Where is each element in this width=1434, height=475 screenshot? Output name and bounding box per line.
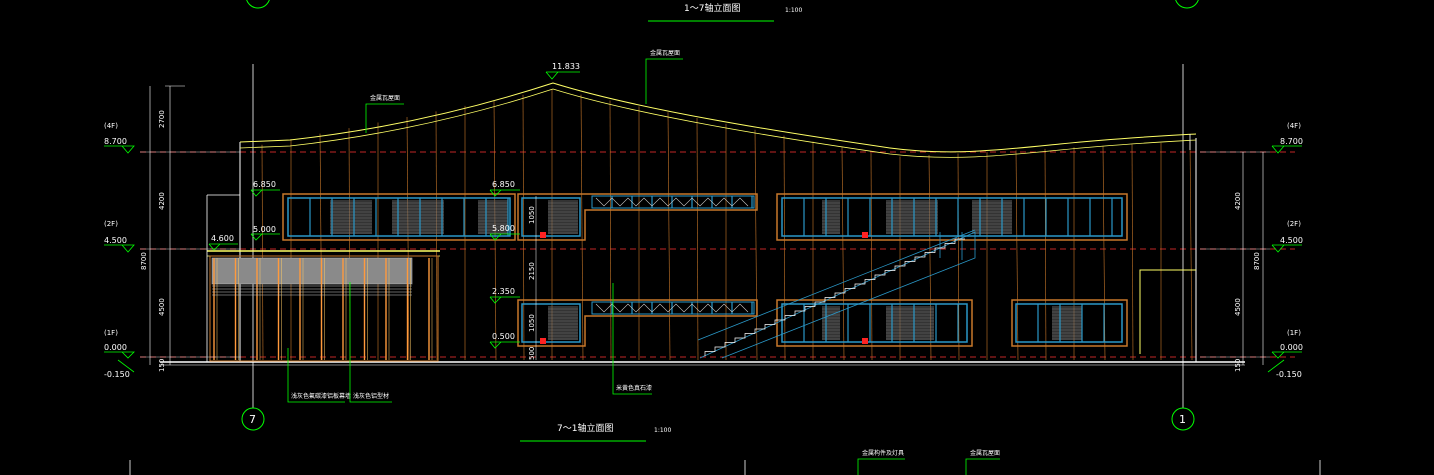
left-level-tag-l3: (4F)	[104, 122, 118, 130]
left-level-value-l1: 0.000	[104, 343, 127, 352]
left-dim-4500: 4500	[158, 298, 166, 316]
level-0500: 0.500	[492, 332, 515, 341]
inner-dim-1050-upper: 1050	[528, 206, 536, 224]
main-title: 7～1轴立面图	[557, 422, 613, 434]
left-dim-4200: 4200	[158, 192, 166, 210]
right-level-value-l3: 8.700	[1280, 137, 1303, 146]
right-dim-150: 150	[1234, 359, 1242, 372]
axis-label-right: 1	[1179, 413, 1186, 426]
right-dim-8700: 8700	[1253, 252, 1261, 270]
level-5800: 5.800	[492, 224, 515, 233]
right-level-value-l2: 4.500	[1280, 236, 1303, 245]
axis-label-left: 7	[249, 413, 256, 426]
right-level-ground: -0.150	[1276, 370, 1302, 379]
left-level-value-l2: 4.500	[104, 236, 127, 245]
top-title: 1～7轴立面图	[684, 2, 740, 14]
right-level-tag-l2: (2F)	[1287, 220, 1301, 228]
note-base-left-a: 浅灰色氟碳漆铝板幕墙	[291, 392, 351, 400]
level-2350: 2.350	[492, 287, 515, 296]
right-level-tag-l1: (1F)	[1287, 329, 1301, 337]
elevation-drawing: 1～7轴立面图 1:100 (4F) 8.700 (2F) 4.500 (1F)…	[0, 0, 1434, 475]
left-dim-150: 150	[158, 359, 166, 372]
left-dim-2700: 2700	[158, 110, 166, 128]
right-level-value-l1: 0.000	[1280, 343, 1303, 352]
inner-dim-1050-lower: 1050	[528, 314, 536, 332]
inner-dim-2150: 2150	[528, 262, 536, 280]
level-peak: 11.833	[552, 62, 580, 71]
level-5000: 5.000	[253, 225, 276, 234]
level-4600: 4.600	[211, 234, 234, 243]
right-dim-4200: 4200	[1234, 192, 1242, 210]
level-6850-mid: 6.850	[492, 180, 515, 189]
left-level-ground: -0.150	[104, 370, 130, 379]
main-title-scale: 1:100	[654, 427, 671, 434]
right-level-tag-l3: (4F)	[1287, 122, 1301, 130]
right-dim-4500: 4500	[1234, 298, 1242, 316]
left-dim-8700: 8700	[140, 252, 148, 270]
left-level-value-l3: 8.700	[104, 137, 127, 146]
level-6850-left: 6.850	[253, 180, 276, 189]
left-level-tag-l2: (2F)	[104, 220, 118, 228]
note-roof-left: 金属瓦屋面	[370, 94, 400, 102]
top-title-scale: 1:100	[785, 7, 802, 14]
note-base-left-b: 浅灰色铝型材	[353, 392, 389, 400]
note-roof-right: 金属瓦屋面	[650, 49, 680, 57]
note-bottom-b: 金属瓦屋面	[970, 449, 1000, 457]
note-panel-mid: 米黄色真石漆	[616, 384, 652, 392]
note-bottom-a: 金属构件及灯具	[862, 449, 904, 457]
inner-dim-500: 500	[528, 347, 536, 360]
left-level-tag-l1: (1F)	[104, 329, 118, 337]
